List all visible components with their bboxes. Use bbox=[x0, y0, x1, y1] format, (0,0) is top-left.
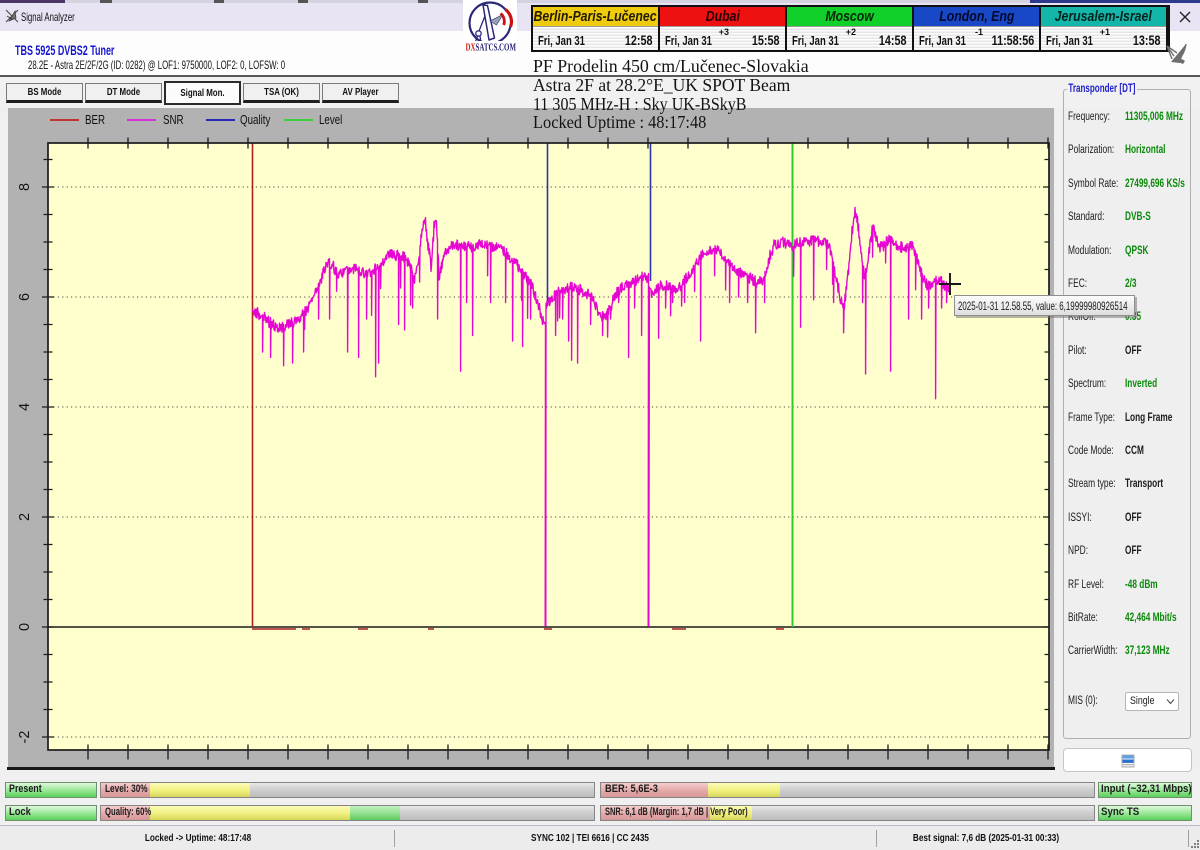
svg-text:8: 8 bbox=[17, 183, 33, 191]
svg-text:6: 6 bbox=[17, 293, 33, 301]
svg-text:-2: -2 bbox=[17, 731, 33, 744]
svg-text:DXSATCS.COM: DXSATCS.COM bbox=[466, 41, 517, 53]
svg-text:0: 0 bbox=[17, 623, 33, 631]
svg-text:4: 4 bbox=[17, 403, 33, 411]
svg-text:2: 2 bbox=[17, 513, 33, 521]
